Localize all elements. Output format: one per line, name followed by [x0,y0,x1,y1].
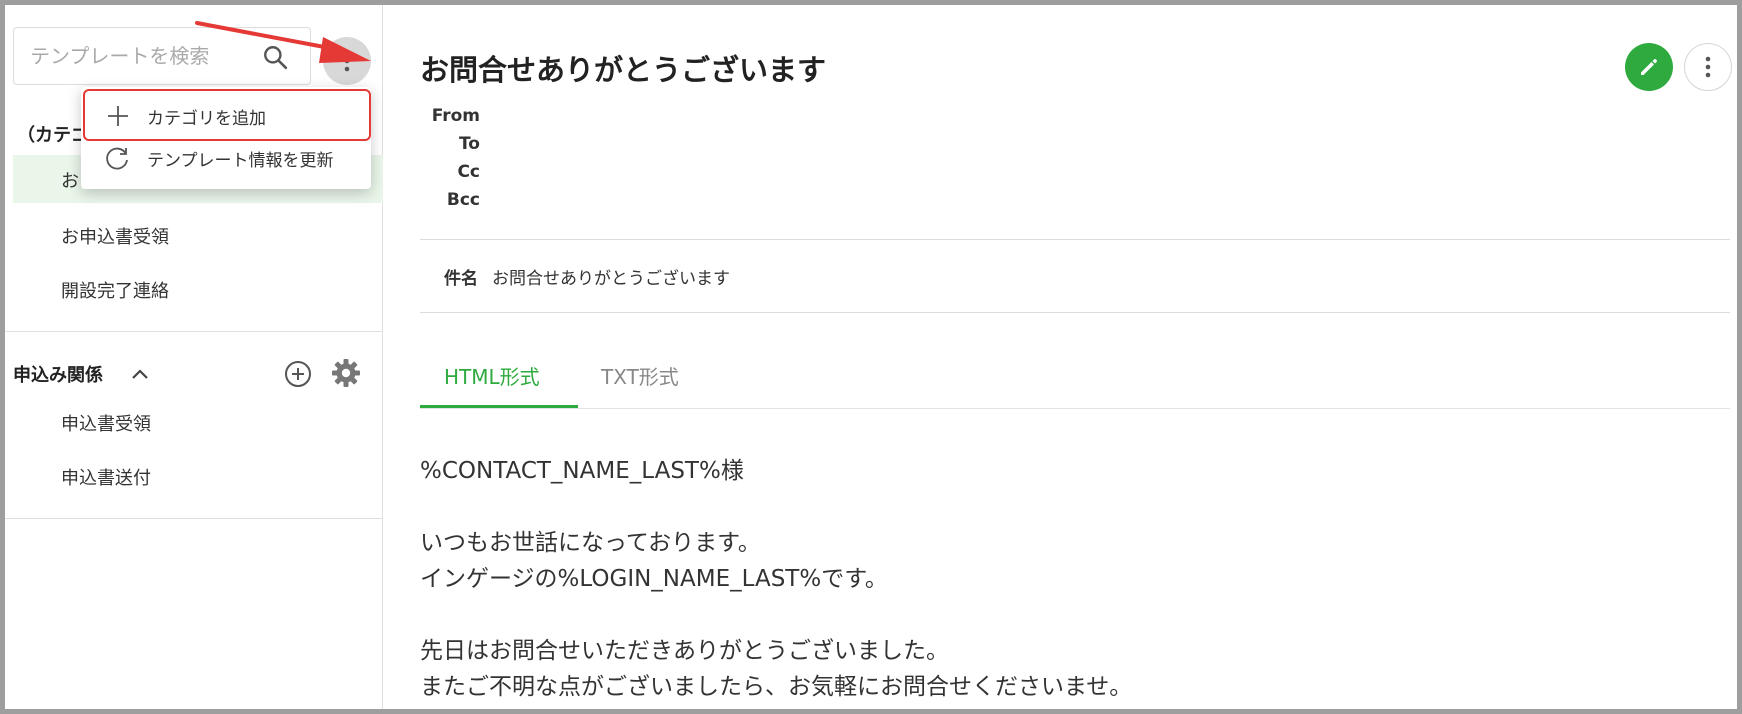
body-line: %CONTACT_NAME_LAST%様 [420,458,744,484]
subject-label: 件名 [444,269,478,289]
sidebar-item[interactable]: お申込書受領 [61,223,169,249]
subject-value: お問合せありがとうございます [492,269,730,289]
sidebar-item-active[interactable]: お [61,167,79,193]
add-template-icon[interactable] [284,360,312,388]
body-line: またご不明な点がございましたら、お気軽にお問合せくださいませ。 [420,674,1133,700]
from-label: From [431,106,480,126]
to-label: To [458,134,480,154]
more-actions-button[interactable] [1684,43,1732,91]
annotation-highlight-box [83,89,371,141]
edit-button[interactable] [1625,43,1673,91]
kebab-icon [1705,56,1711,78]
template-title: お問合せありがとうございます [420,53,827,87]
cc-label: Cc [457,162,480,182]
menu-item-label: テンプレート情報を更新 [147,150,334,171]
pencil-icon [1641,59,1657,75]
divider [420,239,1730,240]
body-line: いつもお世話になっております。 [420,530,761,556]
category-title[interactable]: （カテゴ [17,121,89,147]
chevron-up-icon[interactable] [129,363,151,385]
sidebar-item[interactable]: 申込書送付 [61,464,151,490]
menu-item-refresh-template[interactable]: テンプレート情報を更新 [81,135,371,181]
tabs-border [420,408,1730,409]
bcc-label: Bcc [446,190,480,210]
template-detail: お問合せありがとうございます From To Cc Bcc 件名 お問合せありが… [384,5,1737,709]
divider [420,312,1730,313]
sidebar-item[interactable]: 開設完了連絡 [61,277,169,303]
category-group-title[interactable]: 申込み関係 [13,361,103,387]
refresh-icon [106,147,128,170]
gear-icon[interactable] [331,358,361,388]
body-line: インゲージの%LOGIN_NAME_LAST%です。 [420,566,888,592]
app-window: （カテゴ お お申込書受領 開設完了連絡 申込み関係 [0,0,1742,714]
divider [5,331,383,332]
tab-txt[interactable]: TXT形式 [601,361,679,390]
sidebar-item[interactable]: 申込書受領 [61,410,151,436]
divider [5,518,383,519]
annotation-arrow-icon [195,21,371,63]
body-line: 先日はお問合せいただきありがとうございました。 [420,638,949,664]
tab-html[interactable]: HTML形式 [444,361,540,390]
